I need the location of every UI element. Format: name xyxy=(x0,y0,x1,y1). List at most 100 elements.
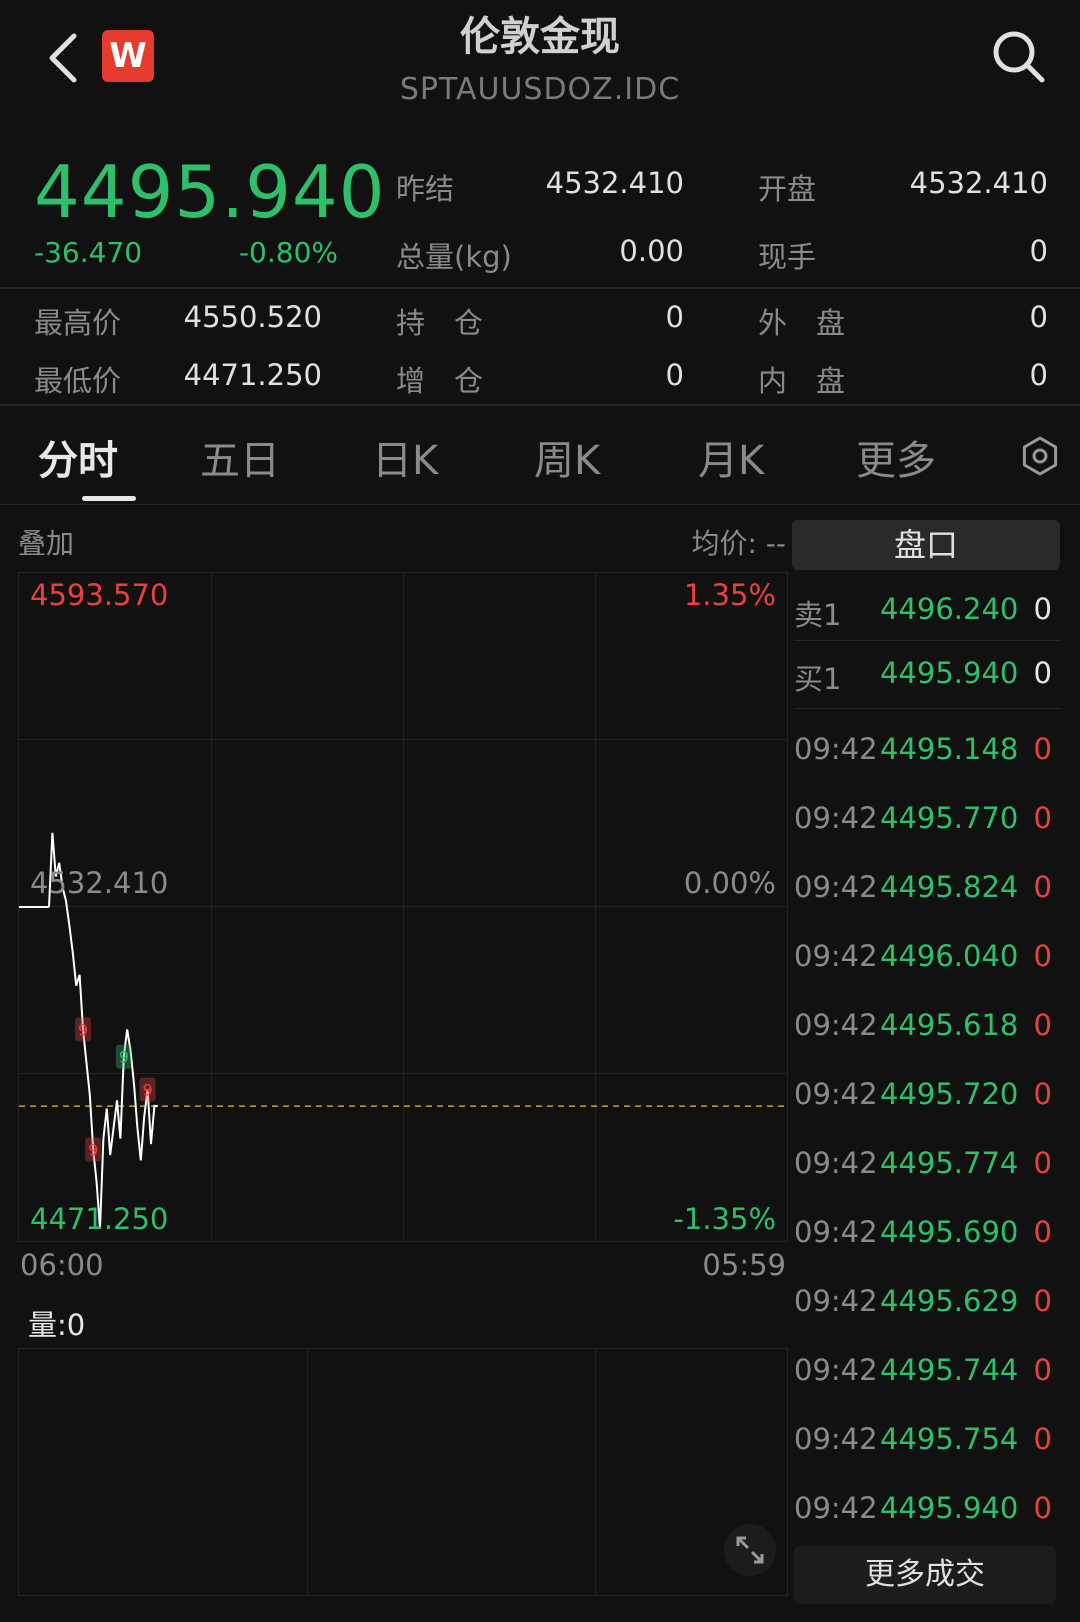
tab-intraday[interactable]: 分时 xyxy=(38,428,118,486)
signal-marker-label: 9 xyxy=(88,1141,98,1160)
orderbook-volume: 0 xyxy=(1033,656,1052,690)
trade-time: 09:42 xyxy=(794,1422,878,1456)
tab-daily-k[interactable]: 日K xyxy=(372,428,438,486)
trade-volume: 0 xyxy=(1033,870,1052,904)
trade-volume: 0 xyxy=(1033,1353,1052,1387)
active-tab-indicator xyxy=(82,496,136,501)
volume-chart xyxy=(18,1348,788,1596)
orderbook-tab[interactable]: 盘口 xyxy=(792,520,1060,570)
trade-row: 09:42 4495.774 0 xyxy=(794,1146,1060,1186)
y-axis-top-percent: 1.35% xyxy=(683,578,776,612)
expand-icon xyxy=(736,1536,764,1564)
symbol-code: SPTAUUSDOZ.IDC xyxy=(399,72,681,107)
trade-row: 09:42 4495.770 0 xyxy=(794,801,1060,841)
last-price: 4495.940 xyxy=(34,150,386,234)
trade-time: 09:42 xyxy=(794,870,878,904)
trade-time: 09:42 xyxy=(794,1077,878,1111)
trade-volume: 0 xyxy=(1033,939,1052,973)
divider xyxy=(0,287,1080,289)
search-icon xyxy=(993,31,1045,83)
signal-marker-label: 9 xyxy=(119,1048,129,1067)
avg-price-label: 均价: -- xyxy=(691,527,786,560)
trade-volume: 0 xyxy=(1033,1008,1052,1042)
trade-volume: 0 xyxy=(1033,1284,1052,1318)
orderbook-price: 4495.940 xyxy=(880,656,1019,690)
trade-row: 09:42 4495.754 0 xyxy=(794,1422,1060,1462)
tab-five-day[interactable]: 五日 xyxy=(200,428,280,486)
trade-row: 09:42 4495.629 0 xyxy=(794,1284,1060,1324)
divider xyxy=(794,708,1060,709)
back-button[interactable] xyxy=(44,30,84,86)
stat-value-oi-change: 0 xyxy=(665,358,684,392)
stat-label-volume: 总量(kg) xyxy=(396,240,512,274)
intraday-chart[interactable]: 9999 xyxy=(18,572,788,1242)
trade-row: 09:42 4495.940 0 xyxy=(794,1491,1060,1531)
trade-price: 4495.940 xyxy=(880,1491,1019,1525)
signal-marker: 9 xyxy=(139,1077,156,1102)
trade-time: 09:42 xyxy=(794,1353,878,1387)
trade-price: 4495.754 xyxy=(880,1422,1019,1456)
trade-row: 09:42 4495.744 0 xyxy=(794,1353,1060,1393)
trade-price: 4496.040 xyxy=(880,939,1019,973)
divider xyxy=(0,404,1080,406)
stat-value-volume: 0.00 xyxy=(619,234,684,268)
trade-time: 09:42 xyxy=(794,1008,878,1042)
divider xyxy=(0,504,1080,505)
signal-marker-label: 9 xyxy=(143,1080,153,1099)
stat-value-high: 4550.520 xyxy=(183,300,322,334)
tab-weekly-k[interactable]: 周K xyxy=(534,428,600,486)
x-axis-start-label: 06:00 xyxy=(20,1248,104,1282)
trade-time: 09:42 xyxy=(794,1491,878,1525)
trade-time: 09:42 xyxy=(794,801,878,835)
chart-settings-button[interactable] xyxy=(1018,434,1062,478)
trade-time: 09:42 xyxy=(794,1215,878,1249)
signal-marker: 9 xyxy=(115,1044,132,1069)
page-title: 伦敦金现 xyxy=(460,14,620,60)
stat-label-open-interest: 持 仓 xyxy=(396,306,484,340)
trade-volume: 0 xyxy=(1033,1491,1052,1525)
search-button[interactable] xyxy=(990,28,1048,86)
y-axis-mid-label: 4532.410 xyxy=(30,866,169,900)
trade-row: 09:42 4495.690 0 xyxy=(794,1215,1060,1255)
stat-value-low: 4471.250 xyxy=(183,358,322,392)
trade-price: 4495.770 xyxy=(880,801,1019,835)
price-change-percent: -0.80% xyxy=(238,236,338,269)
trade-price: 4495.720 xyxy=(880,1077,1019,1111)
trade-price: 4495.148 xyxy=(880,732,1019,766)
signal-marker-label: 9 xyxy=(78,1020,88,1039)
stat-value-current-hand: 0 xyxy=(1029,234,1048,268)
stat-value-open-interest: 0 xyxy=(665,300,684,334)
trade-row: 09:42 4495.618 0 xyxy=(794,1008,1060,1048)
y-axis-bottom-label: 4471.250 xyxy=(30,1202,169,1236)
app-logo: W xyxy=(102,30,154,82)
chevron-left-icon xyxy=(49,33,77,83)
more-trades-button[interactable]: 更多成交 xyxy=(794,1546,1056,1604)
stat-label-oi-change: 增 仓 xyxy=(396,364,484,398)
trade-row: 09:42 4495.148 0 xyxy=(794,732,1060,772)
signal-marker: 9 xyxy=(75,1017,91,1042)
fullscreen-button[interactable] xyxy=(724,1524,776,1576)
stat-label-prev-settle: 昨结 xyxy=(396,172,455,206)
gear-icon xyxy=(1022,436,1058,476)
orderbook-volume: 0 xyxy=(1033,592,1052,626)
trade-price: 4495.744 xyxy=(880,1353,1019,1387)
tab-monthly-k[interactable]: 月K xyxy=(698,428,764,486)
trade-price: 4495.824 xyxy=(880,870,1019,904)
tab-more[interactable]: 更多 xyxy=(856,428,936,486)
trade-volume: 0 xyxy=(1033,1077,1052,1111)
trade-price: 4495.774 xyxy=(880,1146,1019,1180)
trade-time: 09:42 xyxy=(794,1146,878,1180)
trade-row: 09:42 4495.824 0 xyxy=(794,870,1060,910)
trade-volume: 0 xyxy=(1033,732,1052,766)
trade-price: 4495.629 xyxy=(880,1284,1019,1318)
x-axis-end-label: 05:59 xyxy=(702,1248,786,1282)
orderbook-price: 4496.240 xyxy=(880,592,1019,626)
stat-label-inner: 内 盘 xyxy=(758,364,846,398)
y-axis-bottom-percent: -1.35% xyxy=(673,1202,776,1236)
orderbook-side: 买1 xyxy=(794,662,842,696)
overlay-button[interactable]: 叠加 xyxy=(18,522,74,562)
price-change: -36.470 xyxy=(34,236,143,269)
stat-label-outer: 外 盘 xyxy=(758,306,846,340)
stat-value-outer: 0 xyxy=(1029,300,1048,334)
signal-marker: 9 xyxy=(85,1137,102,1162)
